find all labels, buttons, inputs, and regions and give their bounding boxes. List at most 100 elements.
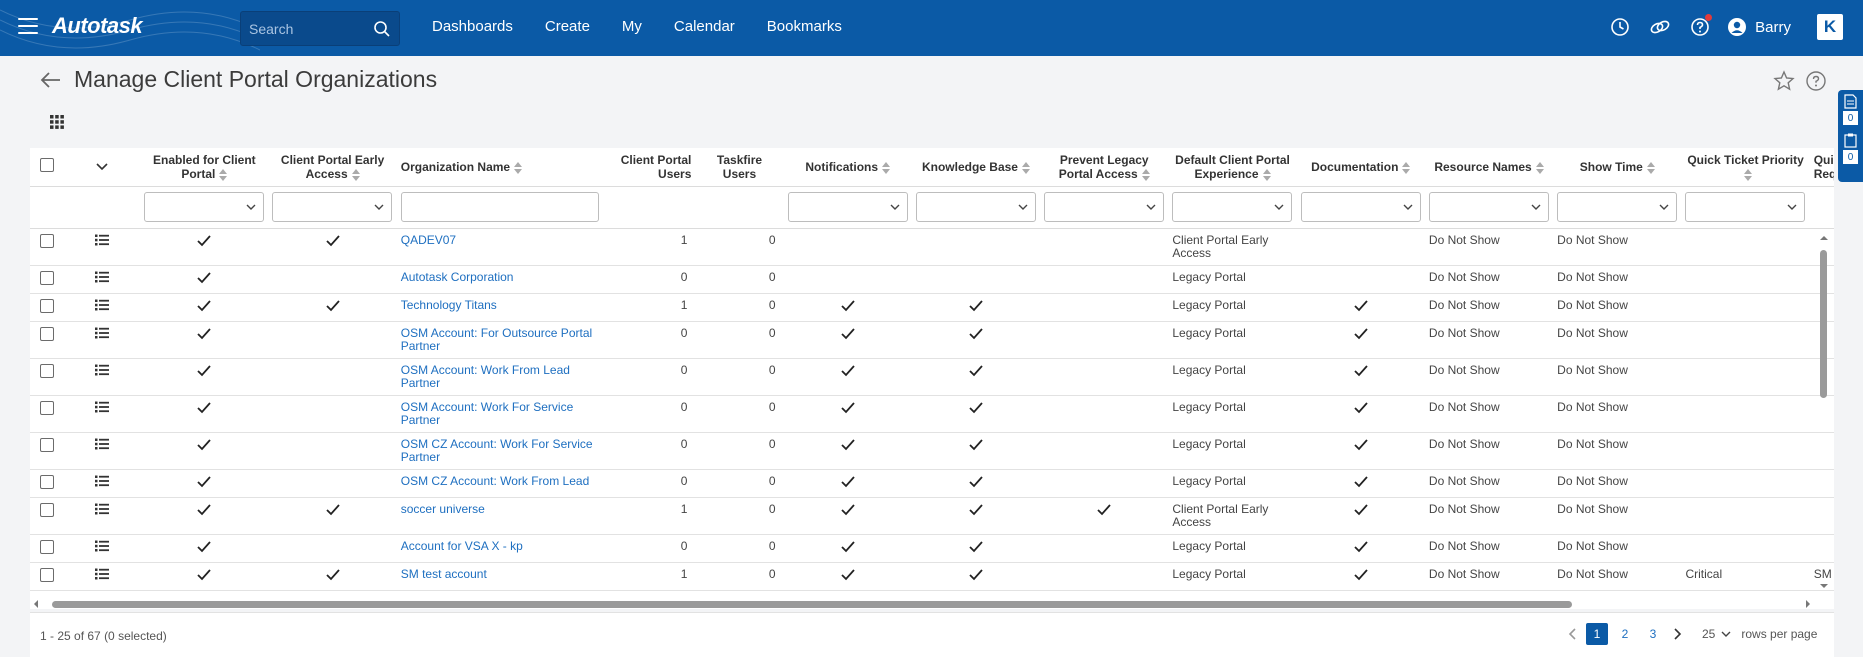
column-chooser-icon[interactable]	[49, 114, 65, 130]
row-checkbox[interactable]	[40, 363, 55, 378]
col-early-access[interactable]: Client Portal Early Access	[268, 148, 397, 187]
table-row[interactable]: Autotask Corporation 0 0 Legacy Portal Do No…	[30, 265, 1834, 294]
col-quick-request[interactable]: Quick Requ	[1809, 148, 1834, 187]
nav-my[interactable]: My	[622, 18, 642, 35]
table-row[interactable]: OSM Account: Work For Service Partner 0 0 L…	[30, 395, 1834, 433]
page-3-button[interactable]: 3	[1642, 623, 1664, 645]
table-row[interactable]: Account for VSA X - kp 0 0 Legacy Portal Do …	[30, 534, 1834, 563]
sort-icon[interactable]	[514, 161, 523, 174]
kaseya-badge[interactable]: K	[1817, 14, 1843, 40]
row-checkbox[interactable]	[40, 270, 55, 285]
sort-icon[interactable]	[882, 161, 891, 174]
search-icon[interactable]	[373, 20, 391, 38]
col-organization-name[interactable]: Organization Name	[396, 148, 608, 187]
list-menu-icon[interactable]	[95, 299, 110, 311]
table-row[interactable]: QADEV07 1 0 Client Portal Early Access Do No…	[30, 228, 1834, 266]
row-checkbox[interactable]	[40, 539, 55, 554]
row-actions-header[interactable]	[64, 148, 141, 187]
sort-icon[interactable]	[1743, 168, 1752, 181]
list-menu-icon[interactable]	[95, 271, 110, 283]
organization-link[interactable]: Technology Titans	[401, 298, 497, 312]
horizontal-scroll-thumb[interactable]	[52, 601, 1572, 608]
horizontal-scrollbar[interactable]	[30, 599, 1814, 609]
sort-icon[interactable]	[1021, 161, 1030, 174]
nav-dashboards[interactable]: Dashboards	[432, 18, 513, 35]
autotask-logo[interactable]: Autotask	[52, 13, 143, 39]
vertical-scrollbar[interactable]	[1818, 232, 1830, 592]
vertical-scroll-thumb[interactable]	[1820, 250, 1827, 398]
page-help-icon[interactable]	[1805, 70, 1827, 92]
table-row[interactable]: SM test account 1 0 Legacy Portal Do Not Sho…	[30, 562, 1834, 591]
organization-link[interactable]: QADEV07	[401, 233, 456, 247]
organization-link[interactable]: soccer universe	[401, 502, 485, 516]
row-checkbox[interactable]	[40, 298, 55, 313]
list-menu-icon[interactable]	[95, 401, 110, 413]
page-2-button[interactable]: 2	[1614, 623, 1636, 645]
sort-icon[interactable]	[1262, 168, 1271, 181]
sort-icon[interactable]	[1646, 161, 1655, 174]
star-icon[interactable]	[1773, 70, 1795, 92]
page-size-select[interactable]: 25	[1702, 627, 1731, 641]
filter-documentation[interactable]	[1296, 186, 1425, 229]
col-default-experience[interactable]: Default Client Portal Experience	[1168, 148, 1297, 187]
row-checkbox[interactable]	[40, 474, 55, 489]
row-checkbox[interactable]	[40, 567, 55, 582]
filter-show-time[interactable]	[1553, 186, 1682, 229]
back-arrow-icon[interactable]	[40, 71, 62, 89]
page-1-button[interactable]: 1	[1586, 623, 1608, 645]
sort-icon[interactable]	[1402, 161, 1411, 174]
organization-link[interactable]: OSM CZ Account: Work From Lead	[401, 474, 590, 488]
col-resource-names[interactable]: Resource Names	[1424, 148, 1554, 187]
list-menu-icon[interactable]	[95, 364, 110, 376]
table-row[interactable]: OSM CZ Account: Work For Service Partner…	[30, 432, 1834, 470]
table-row[interactable]: OSM CZ Account: Work From Lead 0 0 Legacy P…	[30, 469, 1834, 498]
sort-icon[interactable]	[351, 168, 360, 181]
organization-link[interactable]: OSM Account: Work For Service Partner	[401, 400, 574, 427]
sort-icon[interactable]	[1535, 161, 1544, 174]
row-checkbox[interactable]	[40, 502, 55, 517]
nav-bookmarks[interactable]: Bookmarks	[767, 18, 842, 35]
sort-icon[interactable]	[219, 168, 228, 181]
col-enabled-client-portal[interactable]: Enabled for Client Portal	[140, 148, 269, 187]
menu-icon[interactable]	[18, 18, 38, 36]
table-row[interactable]: Technology Titans 1 0 Legacy Portal Do Not S…	[30, 293, 1834, 322]
col-quick-ticket-priority[interactable]: Quick Ticket Priority	[1681, 148, 1810, 187]
filter-organization-name[interactable]	[396, 186, 608, 229]
col-show-time[interactable]: Show Time	[1553, 148, 1682, 187]
col-knowledge-base[interactable]: Knowledge Base	[911, 148, 1041, 187]
nav-calendar[interactable]: Calendar	[674, 18, 735, 35]
row-checkbox[interactable]	[40, 437, 55, 452]
organization-link[interactable]: Autotask Corporation	[401, 270, 514, 284]
filter-knowledge-base[interactable]	[911, 186, 1041, 229]
clock-icon[interactable]	[1607, 14, 1633, 40]
filter-quick-priority[interactable]	[1681, 186, 1810, 229]
global-search[interactable]	[240, 11, 400, 46]
organization-link[interactable]: OSM Account: Work From Lead Partner	[401, 363, 570, 390]
filter-early-access[interactable]	[268, 186, 397, 229]
previous-page-icon[interactable]	[1566, 627, 1580, 641]
side-accessory-tab[interactable]: 0 0	[1838, 90, 1863, 182]
link-icon[interactable]	[1647, 14, 1673, 40]
list-menu-icon[interactable]	[95, 503, 110, 515]
select-all-checkbox[interactable]	[40, 158, 55, 173]
col-taskfire-users[interactable]: Taskfire Users	[695, 148, 784, 187]
user-menu[interactable]: Barry	[1727, 17, 1791, 37]
row-checkbox[interactable]	[40, 326, 55, 341]
next-page-icon[interactable]	[1670, 627, 1684, 641]
col-documentation[interactable]: Documentation	[1296, 148, 1425, 187]
organization-link[interactable]: OSM CZ Account: Work For Service Partner	[401, 437, 593, 464]
row-checkbox[interactable]	[40, 400, 55, 415]
list-menu-icon[interactable]	[95, 234, 110, 246]
filter-notifications[interactable]	[783, 186, 912, 229]
help-icon[interactable]	[1687, 14, 1713, 40]
table-row[interactable]: OSM Account: Work From Lead Partner 0 0 Leg…	[30, 358, 1834, 396]
sort-icon[interactable]	[1141, 168, 1150, 181]
chevron-down-icon[interactable]	[96, 163, 108, 171]
col-notifications[interactable]: Notifications	[783, 148, 912, 187]
list-menu-icon[interactable]	[95, 438, 110, 450]
table-row[interactable]: soccer universe 1 0 Client Portal Early Acc…	[30, 497, 1834, 535]
search-input[interactable]	[249, 19, 369, 39]
table-row[interactable]: OSM Account: For Outsource Portal Partne…	[30, 321, 1834, 359]
filter-enabled[interactable]	[140, 186, 269, 229]
nav-create[interactable]: Create	[545, 18, 590, 35]
